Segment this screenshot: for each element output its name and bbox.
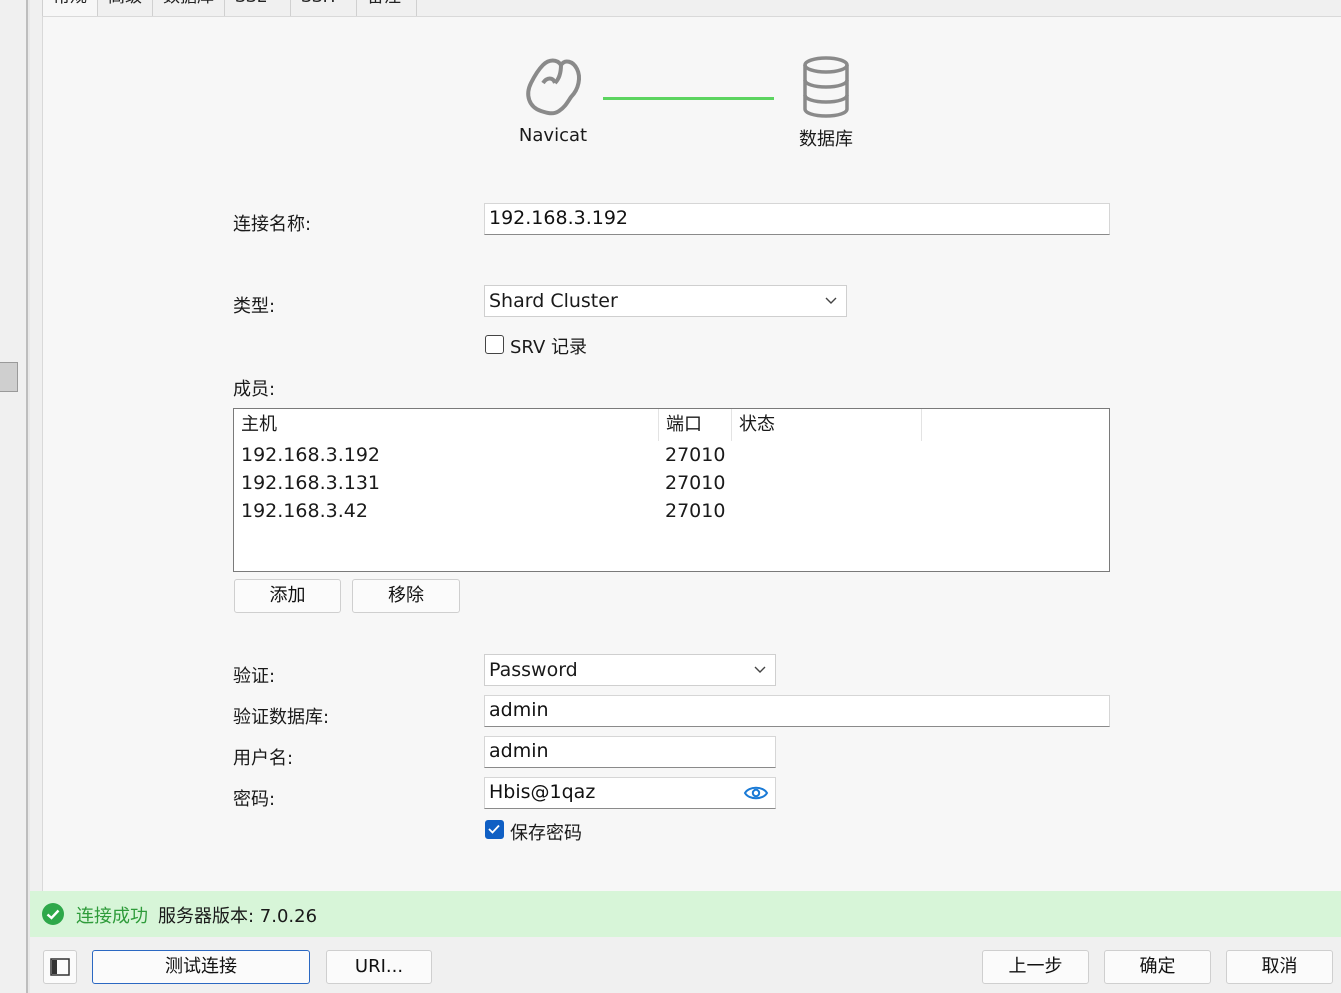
cancel-button[interactable]: 取消 xyxy=(1226,950,1333,984)
type-select[interactable]: Shard Cluster xyxy=(484,285,847,317)
ok-button[interactable]: 确定 xyxy=(1104,950,1211,984)
members-label: 成员: xyxy=(233,379,276,400)
success-check-icon xyxy=(42,903,64,925)
member-host: 192.168.3.42 xyxy=(241,500,368,522)
member-port: 27010 xyxy=(665,500,726,522)
test-connection-button[interactable]: 测试连接 xyxy=(92,950,310,984)
server-version: 服务器版本: 7.0.26 xyxy=(158,906,318,927)
tab-advanced[interactable]: 高级 xyxy=(98,0,153,16)
add-member-button[interactable]: 添加 xyxy=(234,579,341,613)
auth-db-label: 验证数据库: xyxy=(233,707,330,728)
tab-general[interactable]: 常规 xyxy=(42,0,98,16)
tab-databases[interactable]: 数据库 xyxy=(153,0,225,16)
general-panel: Navicat 数据库 连接名称: 192.168.3.192 类型: Shar… xyxy=(42,16,1341,892)
password-input[interactable]: Hbis@1qaz xyxy=(484,777,776,809)
database-logo: 数据库 xyxy=(786,55,866,151)
navicat-icon xyxy=(526,58,581,116)
srv-checkbox[interactable] xyxy=(485,335,504,354)
connection-dialog: 常规 高级 数据库 SSL SSH 备注 Navicat 数据库 连接名称 xyxy=(30,0,1341,993)
password-label: 密码: xyxy=(233,789,276,810)
database-icon xyxy=(803,56,849,118)
chevron-down-icon xyxy=(754,666,766,673)
auth-select[interactable]: Password xyxy=(484,654,776,686)
members-table[interactable]: 主机 端口 状态 192.168.3.192 27010 192.168.3.1… xyxy=(233,408,1110,572)
member-host: 192.168.3.131 xyxy=(241,472,381,494)
sidebar-toggle-button[interactable] xyxy=(43,950,77,984)
tab-ssl[interactable]: SSL xyxy=(225,0,291,16)
navicat-caption: Navicat xyxy=(518,125,588,146)
table-row[interactable]: 192.168.3.192 27010 xyxy=(234,441,1109,469)
member-port: 27010 xyxy=(665,472,726,494)
status-message: 连接成功 xyxy=(76,906,148,927)
eye-icon[interactable] xyxy=(743,783,769,803)
member-port: 27010 xyxy=(665,444,726,466)
table-row[interactable]: 192.168.3.131 27010 xyxy=(234,469,1109,497)
password-value: Hbis@1qaz xyxy=(489,781,596,803)
column-status[interactable]: 状态 xyxy=(732,409,922,441)
checkmark-icon xyxy=(488,824,500,834)
username-label: 用户名: xyxy=(233,748,294,769)
table-row[interactable]: 192.168.3.42 27010 xyxy=(234,497,1109,525)
chevron-down-icon xyxy=(825,297,837,304)
uri-button[interactable]: URI... xyxy=(326,950,432,984)
remove-member-button[interactable]: 移除 xyxy=(352,579,460,613)
tab-bar: 常规 高级 数据库 SSL SSH 备注 xyxy=(42,0,417,16)
type-select-value: Shard Cluster xyxy=(489,290,618,312)
auth-label: 验证: xyxy=(233,666,276,687)
type-label: 类型: xyxy=(233,296,276,317)
auth-db-input[interactable]: admin xyxy=(484,695,1110,727)
connection-name-label: 连接名称: xyxy=(233,214,312,235)
tab-notes[interactable]: 备注 xyxy=(357,0,417,16)
save-password-label: 保存密码 xyxy=(510,823,582,844)
status-bar: 连接成功 服务器版本: 7.0.26 xyxy=(30,891,1341,937)
connection-name-input[interactable]: 192.168.3.192 xyxy=(484,203,1110,235)
connection-line xyxy=(603,97,774,100)
column-port[interactable]: 端口 xyxy=(659,409,732,441)
splitter-handle[interactable] xyxy=(0,362,18,392)
sidebar-panel-icon xyxy=(50,958,70,976)
column-host[interactable]: 主机 xyxy=(234,409,659,441)
auth-select-value: Password xyxy=(489,659,578,681)
database-caption: 数据库 xyxy=(799,129,853,150)
previous-step-button[interactable]: 上一步 xyxy=(982,950,1089,984)
username-input[interactable]: admin xyxy=(484,736,776,768)
navicat-logo: Navicat xyxy=(513,55,593,146)
save-password-checkbox[interactable] xyxy=(485,820,504,839)
tab-ssh[interactable]: SSH xyxy=(291,0,357,16)
background-window-edge xyxy=(0,0,28,993)
srv-label: SRV 记录 xyxy=(510,337,587,358)
member-host: 192.168.3.192 xyxy=(241,444,381,466)
